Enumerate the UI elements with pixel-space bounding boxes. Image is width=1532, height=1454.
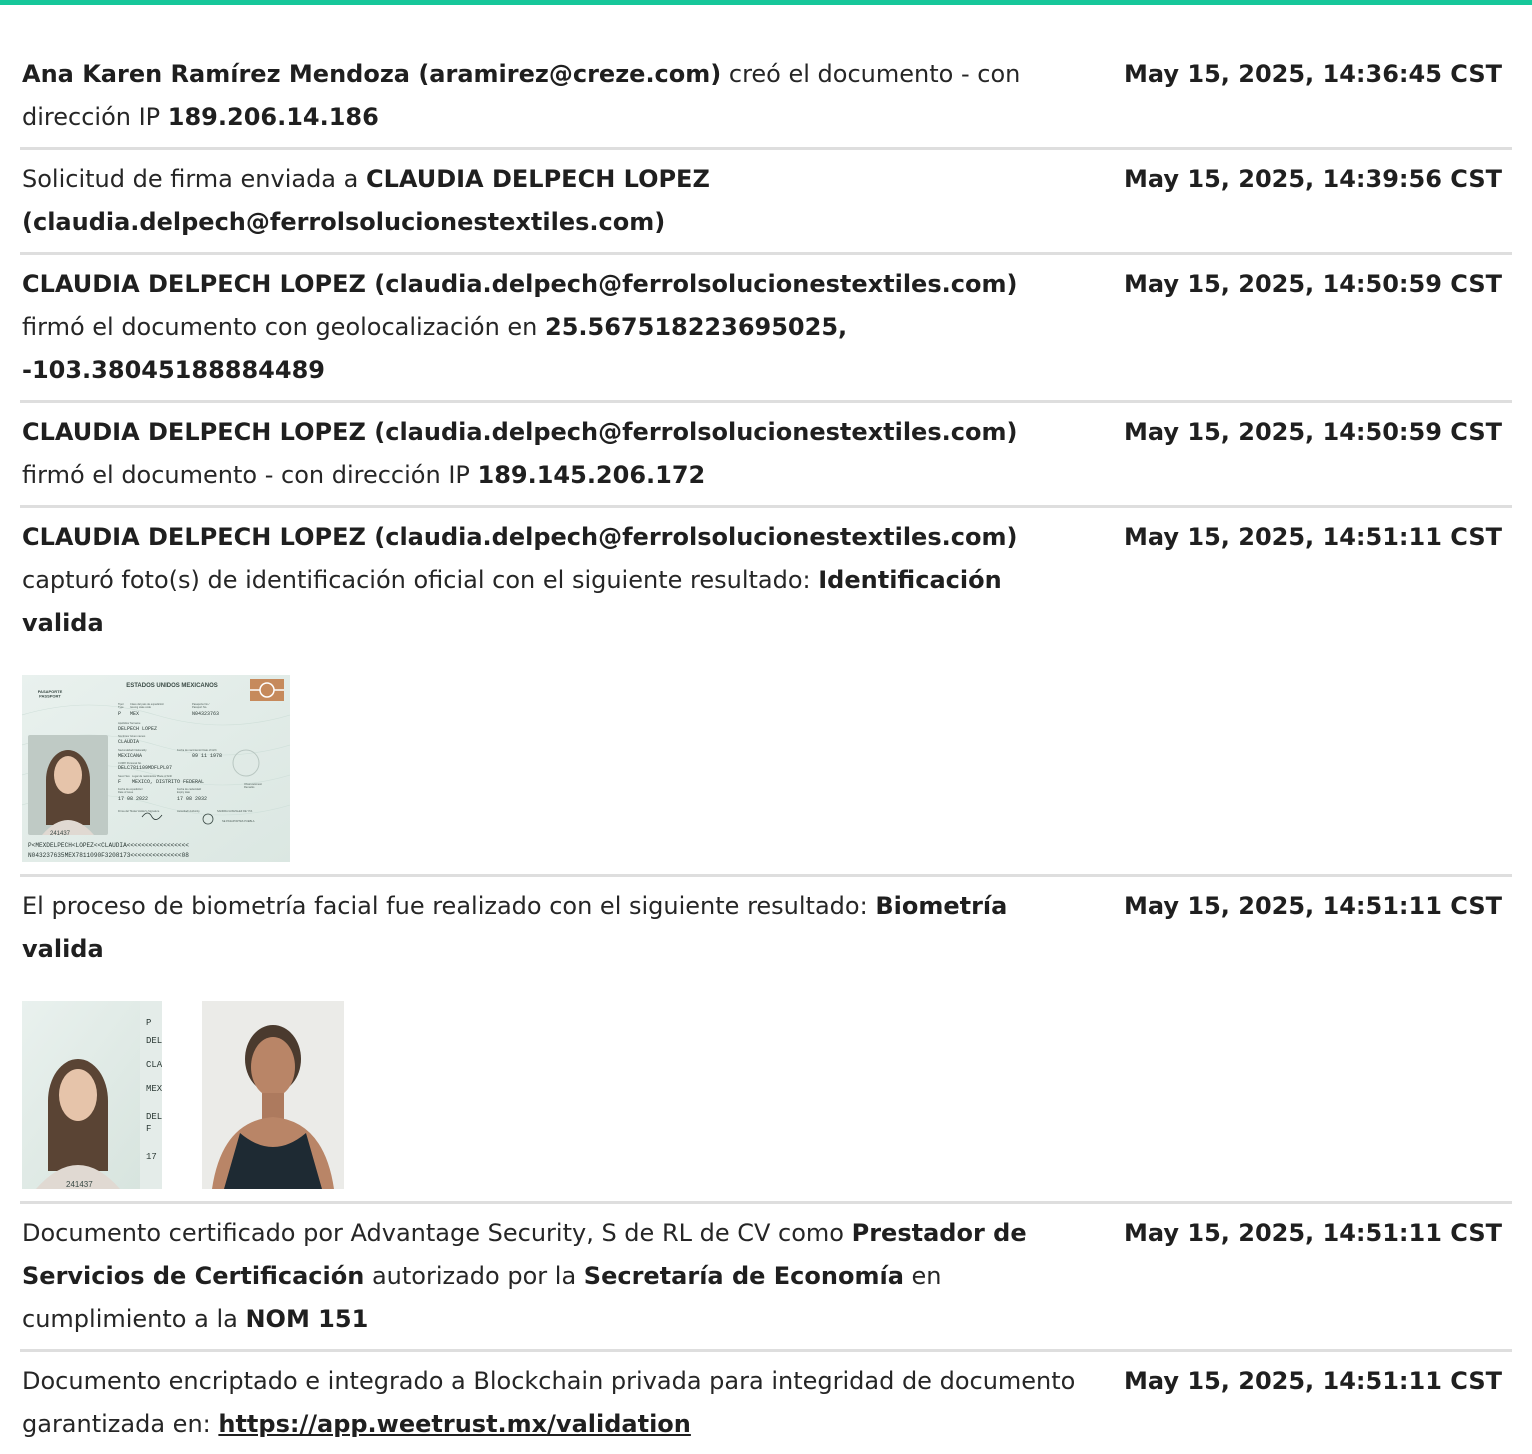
entry-content: CLAUDIA DELPECH LOPEZ (claudia.delpech@f… — [22, 516, 1077, 866]
entry-timestamp: May 15, 2025, 14:39:56 CST — [1124, 165, 1502, 193]
entry-text: Solicitud de firma enviada a — [22, 165, 366, 193]
entry-content: CLAUDIA DELPECH LOPEZ (claudia.delpech@f… — [22, 263, 1077, 392]
entry-timestamp: May 15, 2025, 14:50:59 CST — [1124, 270, 1502, 298]
svg-text:MEXICO, DISTRITO FEDERAL: MEXICO, DISTRITO FEDERAL — [132, 779, 204, 785]
log-entry: CLAUDIA DELPECH LOPEZ (claudia.delpech@f… — [20, 255, 1512, 403]
passport-image: ESTADOS UNIDOS MEXICANOS PASAPORTE PASSPO… — [22, 675, 290, 862]
svg-text:Sexo/ Sex: Sexo/ Sex — [118, 774, 131, 778]
svg-text:F: F — [146, 1124, 151, 1134]
log-entry: Ana Karen Ramírez Mendoza (aramirez@crez… — [20, 45, 1512, 150]
passport-face-crop-image: P DEL CLA MEX DEL F 17 241437 — [22, 1001, 162, 1189]
entry-timestamp: May 15, 2025, 14:51:11 CST — [1124, 1219, 1502, 1247]
entry-text: Documento certificado por Advantage Secu… — [22, 1219, 852, 1247]
entry-description: CLAUDIA DELPECH LOPEZ (claudia.delpech@f… — [22, 516, 1077, 645]
entry-timestamp: May 15, 2025, 14:51:11 CST — [1124, 523, 1502, 551]
svg-text:Autoridad/ Authority: Autoridad/ Authority — [177, 809, 200, 813]
entry-text: firmó el documento - con dirección IP — [22, 461, 478, 489]
svg-text:DEL: DEL — [146, 1036, 162, 1046]
svg-text:241437: 241437 — [50, 831, 71, 837]
entry-description: Solicitud de firma enviada a CLAUDIA DEL… — [22, 158, 1077, 244]
validation-link[interactable]: https://app.weetrust.mx/validation — [218, 1410, 691, 1438]
entry-highlight: CLAUDIA DELPECH LOPEZ (claudia.delpech@f… — [22, 418, 1018, 446]
audit-log: Ana Karen Ramírez Mendoza (aramirez@crez… — [0, 5, 1532, 1454]
entry-text: firmó el documento con geolocalización e… — [22, 313, 546, 341]
svg-text:Tipo/Type: Tipo/Type — [118, 702, 124, 709]
svg-text:Nacionalidad/ Nationality: Nacionalidad/ Nationality — [118, 748, 147, 752]
svg-text:N043237635MEX7811090F3208173<<: N043237635MEX7811090F3208173<<<<<<<<<<<<… — [28, 852, 189, 859]
svg-text:MEX: MEX — [146, 1084, 162, 1094]
svg-text:P: P — [118, 711, 121, 717]
entry-description: El proceso de biometría facial fue reali… — [22, 885, 1077, 971]
svg-text:PASAPORTEPASSPORT: PASAPORTE PASSPORT — [38, 689, 63, 698]
svg-text:MEXICANA: MEXICANA — [118, 753, 142, 759]
entry-content: Ana Karen Ramírez Mendoza (aramirez@crez… — [22, 53, 1077, 139]
log-entry: El proceso de biometría facial fue reali… — [20, 877, 1512, 1204]
svg-text:Firma del Titular/ Holder's Si: Firma del Titular/ Holder's Signature — [118, 809, 160, 813]
entry-text: El proceso de biometría facial fue reali… — [22, 892, 876, 920]
svg-text:N04323763: N04323763 — [192, 711, 219, 717]
svg-text:DEL: DEL — [146, 1112, 162, 1122]
entry-description: CLAUDIA DELPECH LOPEZ (claudia.delpech@f… — [22, 263, 1077, 392]
entry-photos: P DEL CLA MEX DEL F 17 241437 — [22, 1001, 1077, 1189]
svg-text:241437: 241437 — [66, 1180, 93, 1189]
entry-highlight: Ana Karen Ramírez Mendoza (aramirez@crez… — [22, 60, 722, 88]
log-entry: CLAUDIA DELPECH LOPEZ (claudia.delpech@f… — [20, 508, 1512, 877]
entry-description: Documento certificado por Advantage Secu… — [22, 1212, 1077, 1341]
log-entry: Documento certificado por Advantage Secu… — [20, 1204, 1512, 1352]
svg-text:SE PASAPORTES PUEBLA: SE PASAPORTES PUEBLA — [222, 819, 255, 823]
svg-text:CLA: CLA — [146, 1060, 162, 1070]
entry-highlight: 189.206.14.186 — [167, 103, 379, 131]
svg-text:DELC781109MDFLPL07: DELC781109MDFLPL07 — [118, 765, 172, 771]
svg-text:ESTADOS UNIDOS MEXICANOS: ESTADOS UNIDOS MEXICANOS — [126, 683, 218, 689]
svg-text:CURP/ Personal No.: CURP/ Personal No. — [118, 761, 142, 765]
entry-timestamp: May 15, 2025, 14:51:11 CST — [1124, 892, 1502, 920]
selfie-image — [202, 1001, 344, 1189]
entry-content: Solicitud de firma enviada a CLAUDIA DEL… — [22, 158, 1077, 244]
entry-content: El proceso de biometría facial fue reali… — [22, 885, 1077, 1193]
entry-highlight: Secretaría de Economía — [583, 1262, 904, 1290]
svg-text:F: F — [118, 779, 121, 785]
entry-text: autorizado por la — [364, 1262, 584, 1290]
svg-text:SANDRA GONZALEZ DE YTA: SANDRA GONZALEZ DE YTA — [217, 809, 252, 813]
entry-highlight: 189.145.206.172 — [477, 461, 706, 489]
svg-text:Lugar de nacimiento/ Place of: Lugar de nacimiento/ Place of birth — [132, 774, 173, 778]
entry-description: Ana Karen Ramírez Mendoza (aramirez@crez… — [22, 53, 1077, 139]
svg-text:P<MEXDELPECH<LOPEZ<<CLAUDIA<<<: P<MEXDELPECH<LOPEZ<<CLAUDIA<<<<<<<<<<<<<… — [28, 842, 189, 849]
entry-highlight: NOM 151 — [245, 1305, 369, 1333]
svg-text:Pasaporte No./Passport No.: Pasaporte No./Passport No. — [192, 702, 210, 709]
svg-text:P: P — [146, 1018, 151, 1028]
entry-timestamp: May 15, 2025, 14:51:11 CST — [1124, 1367, 1502, 1395]
entry-highlight: CLAUDIA DELPECH LOPEZ (claudia.delpech@f… — [22, 270, 1018, 298]
entry-timestamp: May 15, 2025, 14:50:59 CST — [1124, 418, 1502, 446]
svg-text:Apellidos/ Surname: Apellidos/ Surname — [118, 721, 141, 725]
entry-description: CLAUDIA DELPECH LOPEZ (claudia.delpech@f… — [22, 411, 1077, 497]
entry-timestamp: May 15, 2025, 14:36:45 CST — [1124, 60, 1502, 88]
entry-text: capturó foto(s) de identificación oficia… — [22, 566, 819, 594]
log-entry: Solicitud de firma enviada a CLAUDIA DEL… — [20, 150, 1512, 255]
svg-text:Nombres/ Given names: Nombres/ Given names — [118, 734, 146, 738]
svg-text:CLAUDIA: CLAUDIA — [118, 739, 139, 745]
log-entry: Documento encriptado e integrado a Block… — [20, 1352, 1512, 1454]
svg-text:DELPECH LOPEZ: DELPECH LOPEZ — [118, 726, 157, 732]
svg-text:Fecha de nacimiento/ Date of b: Fecha de nacimiento/ Date of birth — [177, 748, 217, 752]
entry-content: Documento encriptado e integrado a Block… — [22, 1360, 1077, 1446]
entry-highlight: CLAUDIA DELPECH LOPEZ (claudia.delpech@f… — [22, 523, 1018, 551]
entry-description: Documento encriptado e integrado a Block… — [22, 1360, 1077, 1446]
log-entry: CLAUDIA DELPECH LOPEZ (claudia.delpech@f… — [20, 403, 1512, 508]
entry-content: CLAUDIA DELPECH LOPEZ (claudia.delpech@f… — [22, 411, 1077, 497]
svg-text:MEX: MEX — [130, 711, 139, 717]
svg-text:09 11 1978: 09 11 1978 — [192, 753, 222, 759]
svg-text:17 08 2022: 17 08 2022 — [118, 796, 148, 802]
svg-text:17 08 2032: 17 08 2032 — [177, 796, 207, 802]
svg-text:17: 17 — [146, 1152, 157, 1162]
entry-content: Documento certificado por Advantage Secu… — [22, 1212, 1077, 1341]
entry-photos: ESTADOS UNIDOS MEXICANOS PASAPORTE PASSPO… — [22, 675, 1077, 862]
